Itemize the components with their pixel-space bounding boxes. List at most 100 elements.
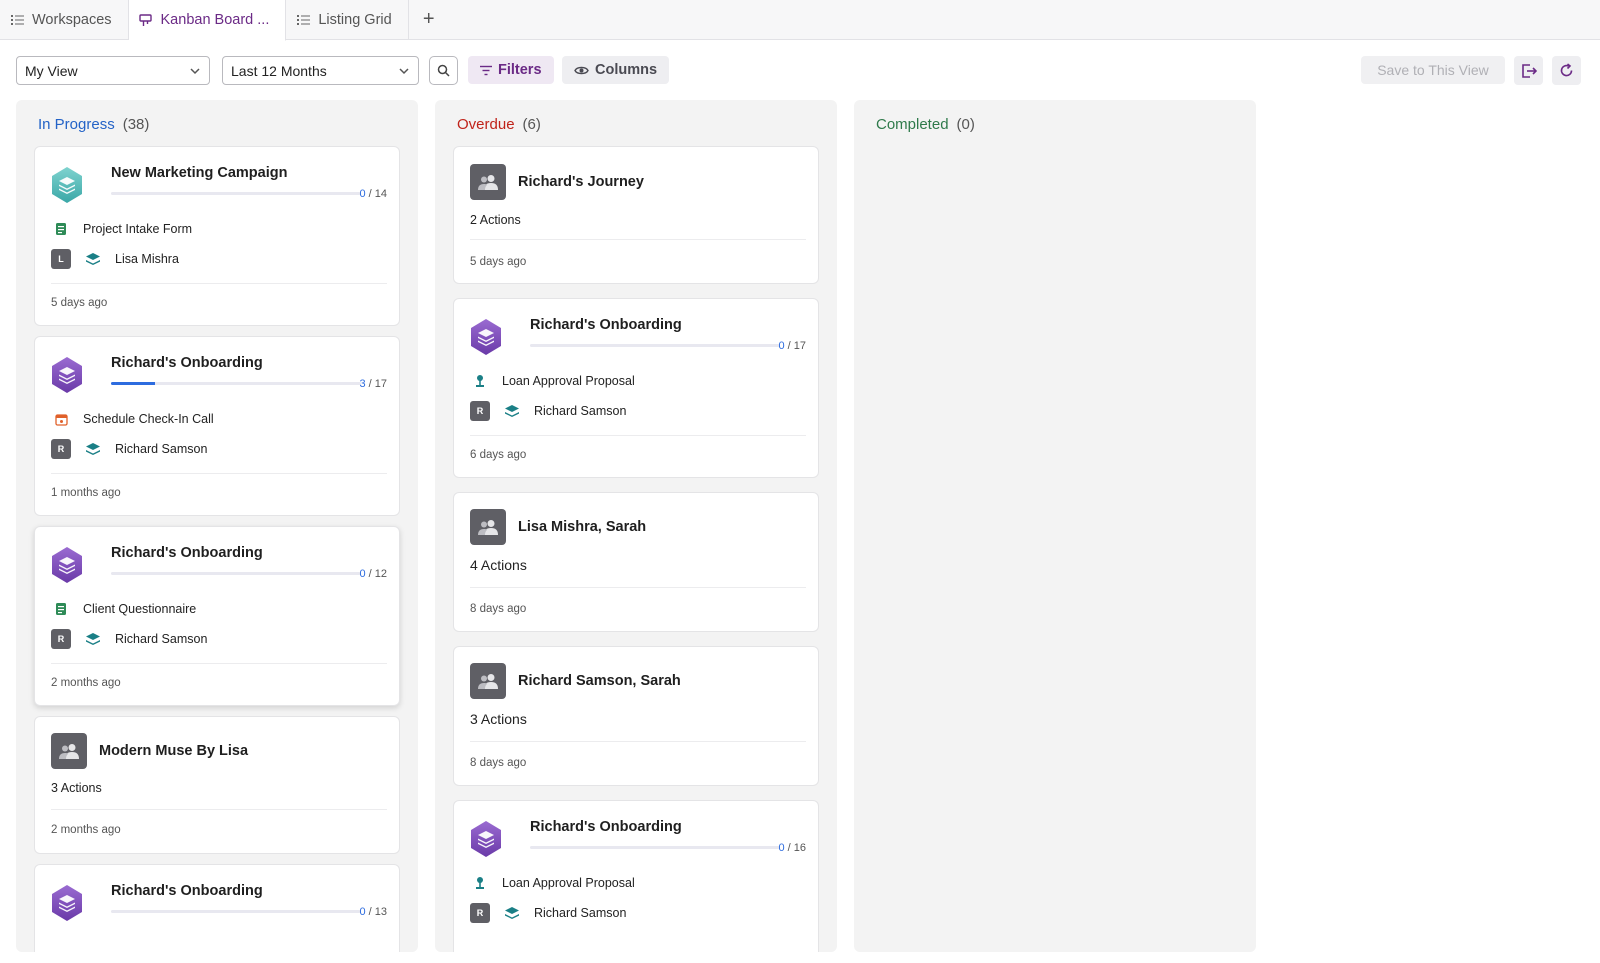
card-divider — [51, 663, 387, 664]
card-title: Lisa Mishra, Sarah — [518, 519, 647, 535]
columns-button[interactable]: Columns — [562, 56, 670, 84]
progress-bar — [111, 192, 361, 195]
eye-icon — [574, 66, 589, 74]
column-completed: Completed (0) — [854, 100, 1256, 952]
card-divider — [470, 741, 806, 742]
list-icon — [10, 13, 24, 27]
avatar: R — [470, 903, 490, 923]
add-tab-button[interactable]: + — [409, 0, 449, 39]
task-name: Loan Approval Proposal — [502, 876, 635, 890]
card-divider — [51, 473, 387, 474]
view-select[interactable]: My View — [16, 56, 210, 85]
avatar: R — [51, 629, 71, 649]
form-icon — [51, 219, 71, 239]
toolbar: My View Last 12 Months Filters Columns S… — [0, 40, 1600, 100]
kanban-card[interactable]: Richard's Onboarding 0 / 13 — [34, 864, 400, 952]
kanban-card[interactable]: Richard's Onboarding 0 / 12 Client Quest… — [34, 526, 400, 706]
kanban-card[interactable]: Richard Samson, Sarah 3 Actions 8 days a… — [453, 646, 819, 786]
actions-count: 2 Actions — [470, 213, 521, 227]
tab-kanban-board[interactable]: Kanban Board ... — [128, 0, 287, 41]
filters-button[interactable]: Filters — [468, 56, 554, 84]
task-row: Schedule Check-In Call — [51, 409, 214, 429]
card-title: Richard's Journey — [518, 174, 644, 190]
card-timestamp: 8 days ago — [470, 603, 527, 615]
column-in-progress: In Progress (38) New Marketing Campaign … — [16, 100, 418, 952]
assignee-row: R Richard Samson — [51, 439, 207, 459]
column-title: Completed — [876, 116, 949, 133]
tab-label: Listing Grid — [318, 12, 392, 28]
assignee-name: Richard Samson — [115, 442, 208, 456]
view-select-value: My View — [25, 62, 78, 79]
kanban-card[interactable]: Richard's Onboarding 0 / 17 Loan Approva… — [453, 298, 819, 478]
actions-count: 4 Actions — [470, 557, 527, 573]
column-count: (6) — [522, 116, 541, 133]
tab-workspaces[interactable]: Workspaces — [0, 0, 129, 40]
kanban-card[interactable]: Richard's Journey 2 Actions 5 days ago — [453, 146, 819, 284]
card-divider — [470, 435, 806, 436]
column-header: Overdue (6) — [457, 116, 541, 133]
refresh-button[interactable] — [1552, 56, 1581, 85]
list-icon — [296, 13, 310, 27]
kanban-card[interactable]: Lisa Mishra, Sarah 4 Actions 8 days ago — [453, 492, 819, 632]
kanban-card[interactable]: Richard's Onboarding 0 / 16 Loan Approva… — [453, 800, 819, 952]
column-overdue: Overdue (6) Richard's Journey 2 Actions … — [435, 100, 837, 952]
chevron-down-icon — [399, 67, 409, 74]
actions-count: 3 Actions — [470, 711, 527, 727]
task-name: Schedule Check-In Call — [83, 412, 214, 426]
date-range-select[interactable]: Last 12 Months — [222, 56, 419, 85]
layers-icon — [83, 249, 103, 269]
export-icon — [1521, 63, 1537, 78]
kanban-card[interactable]: New Marketing Campaign 0 / 14 Project In… — [34, 146, 400, 326]
purple-layers-hex-icon — [471, 319, 501, 355]
progress-count: 0 / 12 — [359, 568, 387, 580]
progress-count: 0 / 17 — [778, 340, 806, 352]
tab-listing-grid[interactable]: Listing Grid — [286, 0, 409, 40]
card-title: Richard Samson, Sarah — [518, 673, 681, 689]
layers-icon — [83, 629, 103, 649]
card-divider — [470, 239, 806, 240]
card-title: New Marketing Campaign — [111, 165, 288, 181]
progress-count: 0 / 14 — [359, 188, 387, 200]
progress-bar — [111, 382, 361, 385]
teal-layers-hex-icon — [52, 167, 82, 203]
card-timestamp: 8 days ago — [470, 757, 527, 769]
card-divider — [51, 809, 387, 810]
card-timestamp: 2 months ago — [51, 824, 121, 836]
avatar: L — [51, 249, 71, 269]
save-view-button[interactable]: Save to This View — [1361, 56, 1505, 84]
layers-icon — [83, 439, 103, 459]
column-count: (0) — [956, 116, 975, 133]
task-row: Project Intake Form — [51, 219, 192, 239]
card-timestamp: 1 months ago — [51, 487, 121, 499]
card-timestamp: 5 days ago — [51, 297, 108, 309]
column-count: (38) — [122, 116, 150, 133]
export-button[interactable] — [1514, 56, 1543, 85]
task-row: Loan Approval Proposal — [470, 873, 635, 893]
task-name: Project Intake Form — [83, 222, 193, 236]
card-title: Richard's Onboarding — [111, 883, 263, 899]
kanban-card[interactable]: Richard's Onboarding 3 / 17 Schedule Che… — [34, 336, 400, 516]
people-icon — [470, 509, 506, 545]
task-row: Client Questionnaire — [51, 599, 196, 619]
people-icon — [51, 733, 87, 769]
search-button[interactable] — [429, 56, 458, 85]
progress-count: 0 / 16 — [778, 842, 806, 854]
progress-bar — [111, 910, 361, 913]
column-title: Overdue — [457, 116, 515, 133]
people-icon — [470, 663, 506, 699]
purple-layers-hex-icon — [52, 357, 82, 393]
column-title: In Progress — [38, 116, 115, 133]
kanban-card[interactable]: Modern Muse By Lisa 3 Actions 2 months a… — [34, 716, 400, 854]
purple-layers-hex-icon — [52, 885, 82, 921]
purple-layers-hex-icon — [471, 821, 501, 857]
person-icon — [470, 873, 490, 893]
kanban-icon — [139, 13, 153, 27]
card-title: Richard's Onboarding — [530, 317, 682, 333]
filters-label: Filters — [498, 62, 542, 78]
task-name: Loan Approval Proposal — [502, 374, 635, 388]
tab-label: Kanban Board ... — [160, 12, 270, 28]
assignee-name: Richard Samson — [115, 632, 208, 646]
card-divider — [470, 587, 806, 588]
assignee-row: R Richard Samson — [470, 903, 626, 923]
layers-icon — [502, 903, 522, 923]
